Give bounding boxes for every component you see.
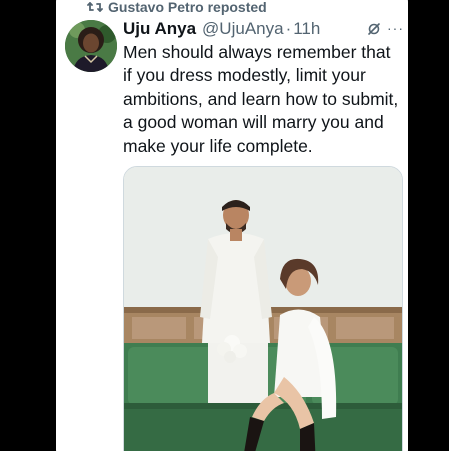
tweet-photo[interactable] [123,166,403,451]
timestamp[interactable]: 11h [293,19,320,39]
more-icon[interactable]: ··· [387,20,404,36]
tweet-text: Men should always remember that if you d… [123,42,399,156]
screenshot: Gustavo Petro reposted Uju Anya @UjuAnya… [0,0,449,451]
photo-image [124,167,402,451]
author-name[interactable]: Uju Anya [123,19,196,39]
avatar-image [65,20,117,72]
tweet-header: Uju Anya @UjuAnya · 11h ··· [123,18,403,40]
repost-text: Gustavo Petro reposted [108,0,267,15]
avatar[interactable] [65,20,117,72]
author-handle[interactable]: @UjuAnya [202,19,284,39]
grok-icon[interactable] [367,22,381,36]
repost-icon [87,2,103,12]
repost-banner: Gustavo Petro reposted [87,0,267,14]
separator-dot: · [285,19,292,38]
